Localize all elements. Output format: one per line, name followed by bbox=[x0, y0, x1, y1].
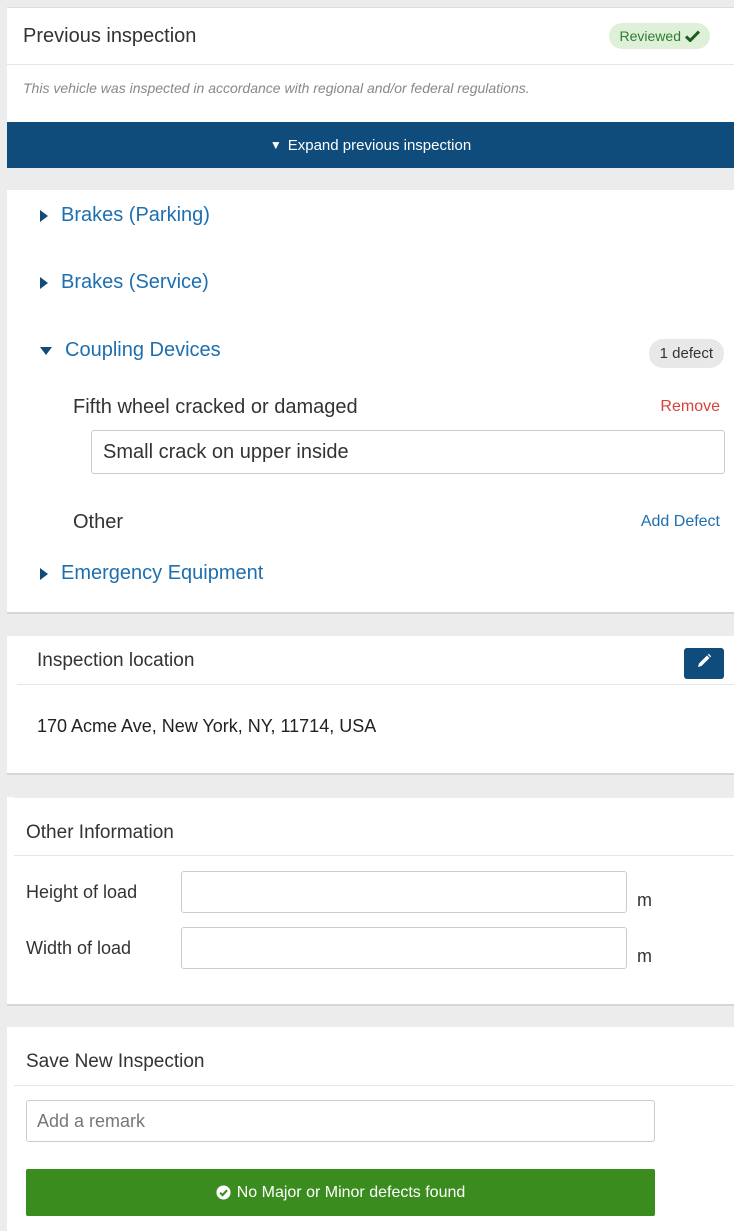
caret-right-icon bbox=[40, 209, 48, 222]
category-label: Brakes (Parking) bbox=[61, 204, 210, 226]
caret-down-icon bbox=[40, 346, 52, 355]
previous-inspection-card: Previous inspection Reviewed This vehicl… bbox=[7, 7, 734, 122]
inspection-location-header: Inspection location bbox=[17, 636, 734, 685]
previous-inspection-header: Previous inspection Reviewed bbox=[7, 8, 734, 65]
no-defects-found-button[interactable]: No Major or Minor defects found bbox=[26, 1169, 655, 1216]
defect-count-badge: 1 defect bbox=[648, 339, 724, 368]
edit-location-button[interactable] bbox=[684, 648, 724, 679]
triangle-down-icon: ▼ bbox=[269, 138, 282, 152]
checkmark-icon bbox=[685, 30, 700, 42]
other-information-title: Other Information bbox=[26, 822, 174, 843]
width-of-load-input[interactable] bbox=[181, 927, 627, 969]
caret-right-icon bbox=[40, 276, 48, 289]
remark-input[interactable] bbox=[26, 1100, 655, 1142]
width-of-load-label: Width of load bbox=[26, 938, 132, 958]
inspection-location-title: Inspection location bbox=[37, 650, 195, 671]
other-defect-label: Other bbox=[73, 511, 124, 533]
category-brakes-service[interactable]: Brakes (Service) bbox=[40, 271, 209, 294]
check-circle-icon bbox=[216, 1185, 231, 1200]
previous-inspection-title: Previous inspection bbox=[23, 24, 197, 47]
save-inspection-card: Save New Inspection No Major or Minor de… bbox=[7, 1027, 734, 1231]
category-label: Coupling Devices bbox=[65, 339, 221, 361]
regulation-note: This vehicle was inspected in accordance… bbox=[23, 80, 530, 96]
inspection-location-address: 170 Acme Ave, New York, NY, 11714, USA bbox=[37, 716, 377, 736]
height-of-load-input[interactable] bbox=[181, 871, 627, 913]
no-defects-found-label: No Major or Minor defects found bbox=[236, 1183, 466, 1201]
defect-name: Fifth wheel cracked or damaged bbox=[73, 396, 358, 418]
save-inspection-title: Save New Inspection bbox=[26, 1051, 205, 1072]
category-label: Brakes (Service) bbox=[61, 271, 209, 293]
category-label: Emergency Equipment bbox=[61, 562, 264, 584]
inspection-location-card: Inspection location 170 Acme Ave, New Yo… bbox=[7, 636, 734, 775]
other-information-card: Other Information Height of load m Width… bbox=[7, 797, 734, 1006]
category-coupling-devices[interactable]: Coupling Devices bbox=[40, 339, 221, 362]
add-defect-link[interactable]: Add Defect bbox=[641, 513, 720, 531]
height-unit: m bbox=[637, 890, 652, 910]
width-unit: m bbox=[637, 946, 652, 966]
remove-defect-link[interactable]: Remove bbox=[660, 398, 720, 416]
height-of-load-label: Height of load bbox=[26, 882, 138, 902]
caret-right-icon bbox=[40, 567, 48, 580]
defect-note-input[interactable] bbox=[91, 430, 725, 474]
save-inspection-header: Save New Inspection bbox=[14, 1027, 734, 1086]
expand-previous-inspection-button[interactable]: ▼ Expand previous inspection bbox=[7, 122, 734, 168]
defect-categories-card: Brakes (Parking) Brakes (Service) Coupli… bbox=[7, 190, 734, 614]
category-emergency-equipment[interactable]: Emergency Equipment bbox=[40, 562, 263, 585]
other-information-header: Other Information bbox=[14, 797, 734, 856]
expand-previous-inspection-label: Expand previous inspection bbox=[287, 136, 472, 154]
pencil-icon bbox=[696, 653, 712, 674]
category-brakes-parking[interactable]: Brakes (Parking) bbox=[40, 204, 210, 227]
reviewed-badge: Reviewed bbox=[608, 23, 710, 49]
reviewed-badge-label: Reviewed bbox=[619, 28, 681, 44]
